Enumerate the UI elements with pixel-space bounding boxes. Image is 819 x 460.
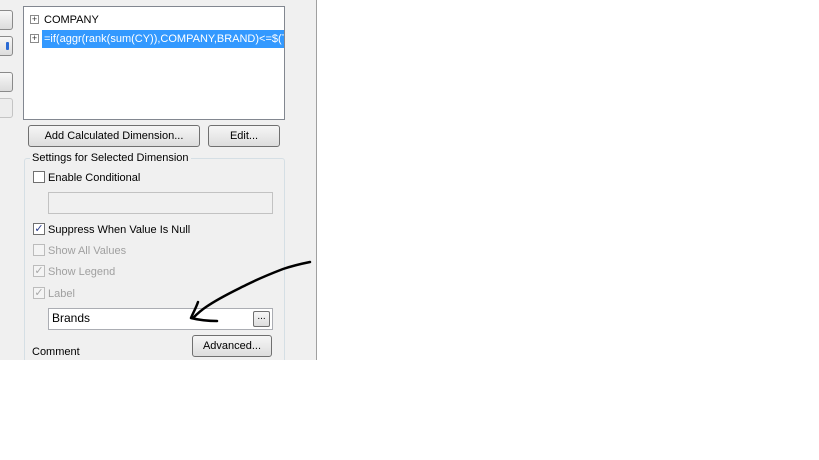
show-all-values-row: Show All Values: [33, 244, 127, 261]
expand-plus-icon[interactable]: +: [30, 15, 39, 24]
enable-conditional-checkbox[interactable]: [33, 171, 45, 184]
add-calculated-dimension-button[interactable]: Add Calculated Dimension...: [28, 125, 200, 147]
edge-button-3[interactable]: [0, 72, 13, 92]
edge-button-4: [0, 98, 13, 118]
list-item-label: =if(aggr(rank(sum(CY)),COMPANY,BRAND)<=$…: [42, 30, 284, 48]
label-ellipsis-button[interactable]: ...: [253, 311, 270, 327]
label-checkbox: ✓: [33, 287, 45, 300]
expand-plus-icon[interactable]: +: [30, 34, 39, 43]
suppress-null-row[interactable]: ✓ Suppress When Value Is Null: [33, 223, 191, 240]
enable-conditional-label: Enable Conditional: [48, 172, 141, 184]
list-item-label: COMPANY: [44, 14, 99, 26]
edge-button-2[interactable]: [0, 36, 13, 56]
list-item-company[interactable]: + COMPANY: [24, 11, 284, 29]
show-all-values-checkbox: [33, 244, 45, 257]
enable-conditional-row[interactable]: Enable Conditional: [33, 171, 141, 188]
show-legend-label: Show Legend: [48, 266, 116, 278]
comment-label: Comment: [32, 346, 80, 358]
dimension-properties-panel: + COMPANY + =if(aggr(rank(sum(CY)),COMPA…: [0, 0, 317, 360]
list-item-calculated-dimension[interactable]: + =if(aggr(rank(sum(CY)),COMPANY,BRAND)<…: [24, 30, 284, 48]
edge-button-1[interactable]: [0, 10, 13, 30]
label-row: ✓ Label: [33, 287, 75, 304]
suppress-null-checkbox[interactable]: ✓: [33, 223, 45, 236]
label-checkbox-label: Label: [48, 288, 75, 300]
show-legend-row: ✓ Show Legend: [33, 265, 116, 282]
show-all-values-label: Show All Values: [48, 245, 127, 257]
edge-button-2-accent: [6, 42, 9, 50]
advanced-button[interactable]: Advanced...: [192, 335, 272, 357]
suppress-null-label: Suppress When Value Is Null: [48, 224, 191, 236]
show-legend-checkbox: ✓: [33, 265, 45, 278]
settings-group-title: Settings for Selected Dimension: [30, 152, 191, 164]
label-text-field[interactable]: Brands: [48, 308, 273, 330]
conditional-expression-field: [48, 192, 273, 214]
edit-button[interactable]: Edit...: [208, 125, 280, 147]
used-dimensions-list[interactable]: + COMPANY + =if(aggr(rank(sum(CY)),COMPA…: [23, 6, 285, 120]
